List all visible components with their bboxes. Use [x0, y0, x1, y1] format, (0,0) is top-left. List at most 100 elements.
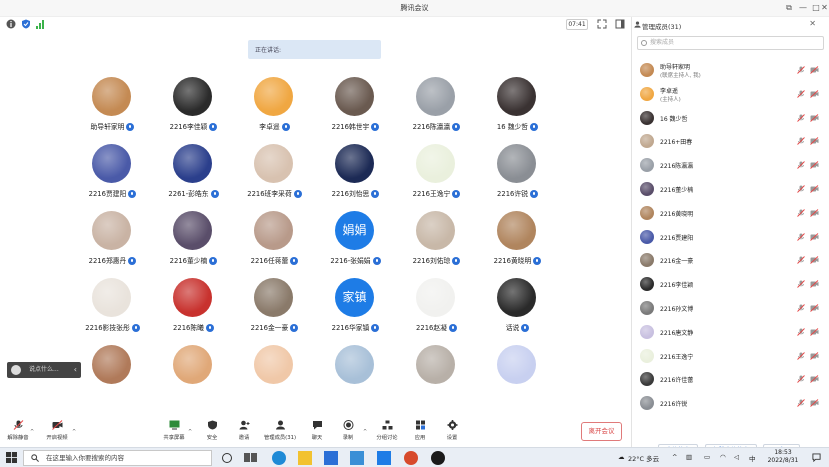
tencent-meeting-taskbar-icon[interactable]	[377, 451, 391, 465]
participant-tile[interactable]	[72, 345, 153, 412]
network-icon[interactable]: ▥	[686, 453, 692, 461]
qq-icon[interactable]	[431, 451, 445, 465]
ime-indicator[interactable]: 中	[749, 453, 756, 463]
participant-tile[interactable]: 2216金一豪	[234, 278, 315, 345]
member-row[interactable]: 2216李佳颖	[632, 273, 829, 296]
edge-browser-icon[interactable]	[272, 451, 286, 465]
record-caret-icon[interactable]: ^	[363, 429, 367, 435]
participant-tile[interactable]: 16 魏少哲	[477, 77, 558, 144]
member-row[interactable]: 李卓遥 (主持人)	[632, 83, 829, 106]
powerpoint-icon[interactable]	[404, 451, 418, 465]
member-row[interactable]: 2216黄晓明	[632, 202, 829, 225]
member-row[interactable]: 2216许佳蕾	[632, 368, 829, 391]
apps-button[interactable]: 应用	[403, 420, 437, 446]
fullscreen-icon[interactable]	[597, 19, 607, 29]
shield-icon[interactable]	[21, 19, 31, 29]
notification-icon[interactable]	[812, 453, 821, 462]
taskbar-clock[interactable]: 18:53 2022/8/31	[760, 449, 806, 465]
volume-icon[interactable]: ◁	[734, 453, 739, 461]
cortana-icon[interactable]	[222, 453, 232, 463]
member-search-input[interactable]: 搜索成员	[637, 36, 824, 50]
record-button[interactable]: 录制	[331, 420, 365, 446]
mute-caret-icon[interactable]: ^	[30, 429, 34, 435]
video-muted-icon[interactable]	[810, 399, 819, 408]
mic-muted-icon[interactable]	[797, 232, 805, 241]
participant-tile[interactable]: 2216黄晓明	[477, 211, 558, 278]
member-row[interactable]: 2216孙文博	[632, 297, 829, 320]
member-row[interactable]: 2216+田春	[632, 130, 829, 153]
video-muted-icon[interactable]	[810, 232, 819, 241]
video-button[interactable]: 开启视频	[40, 420, 74, 446]
mail-icon[interactable]	[324, 451, 338, 465]
restore-icon[interactable]: ⧉	[782, 2, 796, 14]
mic-muted-icon[interactable]	[797, 351, 805, 360]
video-muted-icon[interactable]	[810, 161, 819, 170]
settings-button[interactable]: 设置	[435, 420, 469, 446]
member-row[interactable]: 2216贾建阳	[632, 226, 829, 249]
participant-tile[interactable]: 2216陈瀛瀛	[396, 77, 477, 144]
close-panel-icon[interactable]: ✕	[809, 19, 816, 28]
video-muted-icon[interactable]	[810, 66, 819, 74]
member-row[interactable]: 2216董少楠	[632, 178, 829, 201]
manage-members-button[interactable]: 管理成员(31)	[262, 420, 298, 446]
mic-muted-icon[interactable]	[797, 66, 805, 74]
windows-start-icon[interactable]	[6, 452, 17, 463]
participant-tile[interactable]: 家镇 2216华家镇	[315, 278, 396, 345]
mic-muted-icon[interactable]	[797, 399, 805, 408]
participant-tile[interactable]: 2216韩世宇	[315, 77, 396, 144]
participant-tile[interactable]: 2216任蒋蕾	[234, 211, 315, 278]
mic-muted-icon[interactable]	[797, 304, 805, 312]
member-row[interactable]: 助导轩家明 (联席主持人, 我)	[632, 59, 829, 82]
participant-tile[interactable]: 2216王逸宁	[396, 144, 477, 211]
chat-button[interactable]: 聊天	[300, 420, 334, 446]
mic-muted-icon[interactable]	[797, 208, 805, 217]
participant-tile[interactable]: 2216贾建阳	[72, 144, 153, 211]
participant-tile[interactable]: 2216李佳颖	[153, 77, 234, 144]
participant-tile[interactable]: 2216陈曦	[153, 278, 234, 345]
participant-tile[interactable]: 2216班李采荷	[234, 144, 315, 211]
video-muted-icon[interactable]	[810, 89, 819, 98]
leave-meeting-button[interactable]: 离开会议	[581, 422, 622, 441]
share-screen-button[interactable]: 共享屏幕	[157, 420, 191, 446]
participant-tile[interactable]: 2216郑惠丹	[72, 211, 153, 278]
participant-tile[interactable]: 2216许锐	[477, 144, 558, 211]
tray-expand-icon[interactable]: ^	[672, 453, 677, 461]
mic-muted-icon[interactable]	[797, 137, 805, 146]
participant-tile[interactable]	[234, 345, 315, 412]
participant-tile[interactable]: 2216董少楠	[153, 211, 234, 278]
participant-tile[interactable]: 娟娟 2216-张娟娟	[315, 211, 396, 278]
video-muted-icon[interactable]	[810, 280, 819, 289]
participant-tile[interactable]: 李卓遥	[234, 77, 315, 144]
wifi-icon[interactable]: ◠	[720, 453, 726, 461]
close-button[interactable]: ✕	[820, 2, 829, 14]
mic-muted-icon[interactable]	[797, 375, 805, 384]
participant-tile[interactable]: 2216刘佑琼	[396, 211, 477, 278]
breakout-button[interactable]: 分组讨论	[370, 420, 404, 446]
video-muted-icon[interactable]	[810, 256, 819, 265]
share-caret-icon[interactable]: ^	[188, 429, 192, 435]
security-button[interactable]: 安全	[195, 420, 229, 446]
task-view-icon[interactable]	[244, 451, 258, 465]
invite-button[interactable]: 邀请	[227, 420, 261, 446]
participant-tile[interactable]: 2216赵凝	[396, 278, 477, 345]
minimize-button[interactable]: —	[796, 2, 810, 14]
member-row[interactable]: 2216许锐	[632, 392, 829, 415]
video-muted-icon[interactable]	[810, 113, 819, 122]
mic-muted-icon[interactable]	[797, 161, 805, 170]
video-muted-icon[interactable]	[810, 208, 819, 217]
video-muted-icon[interactable]	[810, 351, 819, 360]
member-row[interactable]: 2216唐文静	[632, 321, 829, 344]
video-muted-icon[interactable]	[810, 327, 819, 336]
file-explorer-icon[interactable]	[298, 451, 312, 465]
participant-tile[interactable]	[315, 345, 396, 412]
video-muted-icon[interactable]	[810, 304, 819, 312]
layout-icon[interactable]	[615, 19, 625, 29]
participant-tile[interactable]: 助导轩家明	[72, 77, 153, 144]
participant-tile[interactable]: 2216刘怡思	[315, 144, 396, 211]
mic-muted-icon[interactable]	[797, 280, 805, 289]
mic-muted-icon[interactable]	[797, 256, 805, 265]
video-muted-icon[interactable]	[810, 137, 819, 146]
participant-tile[interactable]	[153, 345, 234, 412]
member-row[interactable]: 2216金一豪	[632, 249, 829, 272]
member-row[interactable]: 16 魏少哲	[632, 107, 829, 130]
